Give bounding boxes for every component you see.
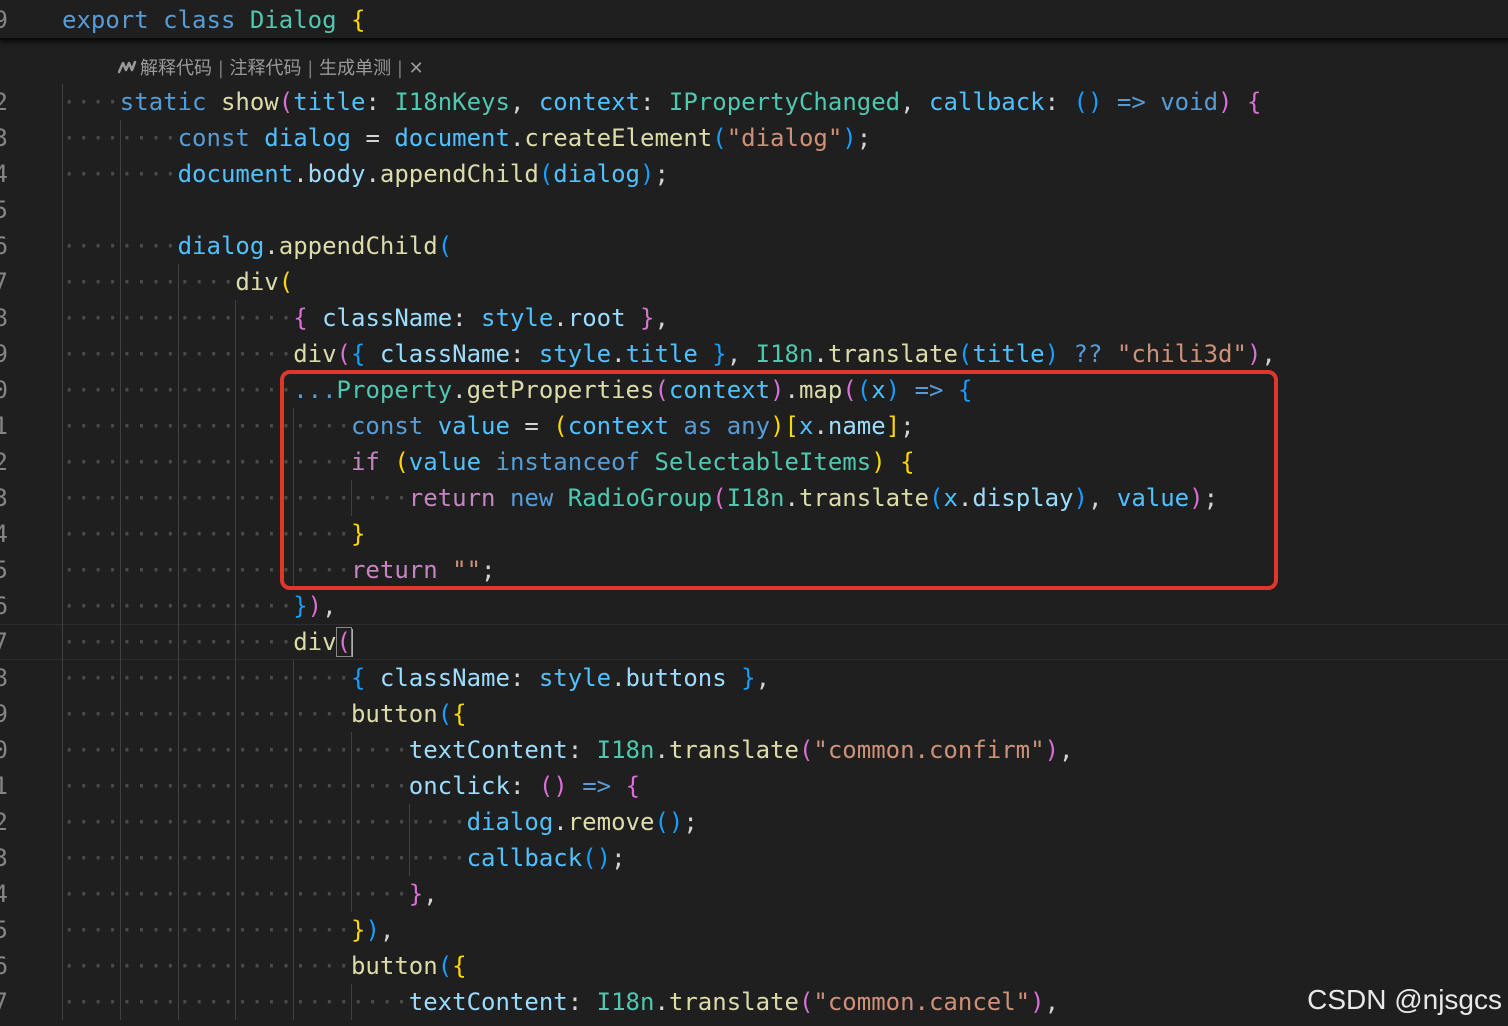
indent-guide <box>293 660 295 1020</box>
line-number: 2 <box>0 448 8 476</box>
line-number: 3 <box>0 124 8 152</box>
line-number: 5 <box>0 556 8 584</box>
line-number: 3 <box>0 844 8 872</box>
codelens-separator: | <box>217 58 224 79</box>
code-line[interactable]: 3 ········const dialog = document.createE… <box>0 120 1508 156</box>
line-number: 7 <box>0 988 8 1016</box>
line-number: 9 <box>0 6 8 34</box>
line-number: 1 <box>0 772 8 800</box>
code-line[interactable]: 9 ················div({ className: style.… <box>0 336 1508 372</box>
code-line[interactable]: 1 ························onclick: () => … <box>0 768 1508 804</box>
line-number: 4 <box>0 880 8 908</box>
line-number: 0 <box>0 376 8 404</box>
code-line[interactable]: 6 ········dialog.appendChild( <box>0 228 1508 264</box>
sticky-code-line[interactable]: export class Dialog { <box>62 4 365 36</box>
annotation-highlight-box <box>280 370 1278 590</box>
code-line[interactable]: 4 ························}, <box>0 876 1508 912</box>
indent-guide <box>62 84 63 1020</box>
code-line[interactable]: 4 ········document.body.appendChild(dialo… <box>0 156 1508 192</box>
code-text[interactable]: ························textContent: I18… <box>62 986 1059 1018</box>
line-number: 7 <box>0 628 8 656</box>
code-line[interactable]: 7 ················div( <box>0 624 1508 660</box>
line-number: 0 <box>0 736 8 764</box>
line-number: 1 <box>0 412 8 440</box>
code-text[interactable]: ········const dialog = document.createEl… <box>62 122 871 154</box>
line-number: 5 <box>0 196 8 224</box>
code-line[interactable]: 9 ····················button({ <box>0 696 1508 732</box>
code-line[interactable]: 2 ····························dialog.remo… <box>0 804 1508 840</box>
ai-codelens-bar: 解释代码 | 注释代码 | 生成单测 | ✕ <box>117 56 424 82</box>
code-line[interactable]: 8 ················{ className: style.root… <box>0 300 1508 336</box>
sparkle-icon <box>117 56 140 82</box>
codelens-generate-test[interactable]: 生成单测 <box>319 58 391 79</box>
indent-guide <box>408 804 410 876</box>
code-line[interactable]: 6 ····················button({ <box>0 948 1508 984</box>
code-text[interactable]: ························}, <box>62 878 438 910</box>
line-number: 8 <box>0 664 8 692</box>
codelens-explain-code[interactable]: 解释代码 <box>140 58 212 79</box>
code-text[interactable]: ····················}), <box>62 914 394 946</box>
line-number: 3 <box>0 484 8 512</box>
sticky-scroll-header[interactable]: 9 export class Dialog { <box>0 0 1508 40</box>
line-number: 2 <box>0 88 8 116</box>
line-number: 4 <box>0 160 8 188</box>
code-line[interactable]: 7 ············div( <box>0 264 1508 300</box>
code-line[interactable]: 3 ····························callback(); <box>0 840 1508 876</box>
indent-guide <box>351 984 352 1020</box>
close-icon[interactable]: ✕ <box>409 58 424 79</box>
code-text[interactable]: ················}), <box>62 590 337 622</box>
line-number: 2 <box>0 808 8 836</box>
code-text[interactable]: ················div( <box>62 626 353 658</box>
code-line[interactable]: 6 ················}), <box>0 588 1508 624</box>
indent-guide <box>351 732 352 912</box>
codelens-separator: | <box>307 58 314 79</box>
code-line[interactable]: 5 <box>0 192 1508 228</box>
line-number: 5 <box>0 916 8 944</box>
code-text[interactable]: ····················button({ <box>62 950 467 982</box>
indent-guide <box>235 300 237 1020</box>
watermark: CSDN @njsgcs <box>1307 984 1502 1015</box>
code-text[interactable]: ····static show(title: I18nKeys, context… <box>62 86 1261 118</box>
code-line[interactable]: 2 ····static show(title: I18nKeys, contex… <box>0 84 1508 120</box>
code-text[interactable]: ················div({ className: style.t… <box>62 338 1276 370</box>
code-text[interactable]: ················{ className: style.root … <box>62 302 669 334</box>
text-cursor <box>351 629 353 657</box>
codelens-comment-code[interactable]: 注释代码 <box>230 58 302 79</box>
code-line[interactable]: 8 ····················{ className: style.… <box>0 660 1508 696</box>
line-number: 7 <box>0 268 8 296</box>
code-line[interactable]: 7 ························textContent: I1… <box>0 984 1508 1020</box>
code-text[interactable]: ····················{ className: style.b… <box>62 662 770 694</box>
line-number: 4 <box>0 520 8 548</box>
indent-guide <box>177 264 179 1020</box>
code-text[interactable]: ········document.body.appendChild(dialog… <box>62 158 669 190</box>
line-number: 6 <box>0 952 8 980</box>
code-text[interactable]: ····························dialog.remov… <box>62 806 698 838</box>
codelens-separator: | <box>396 58 403 79</box>
code-text[interactable]: ························textContent: I18… <box>62 734 1073 766</box>
line-number: 8 <box>0 304 8 332</box>
line-number: 6 <box>0 232 8 260</box>
indent-guide <box>119 120 121 1020</box>
code-line[interactable]: 0 ························textContent: I1… <box>0 732 1508 768</box>
line-number: 6 <box>0 592 8 620</box>
code-text[interactable]: ····························callback(); <box>62 842 626 874</box>
line-number: 9 <box>0 700 8 728</box>
line-number: 9 <box>0 340 8 368</box>
code-line[interactable]: 5 ····················}), <box>0 912 1508 948</box>
code-text[interactable]: ····················button({ <box>62 698 467 730</box>
